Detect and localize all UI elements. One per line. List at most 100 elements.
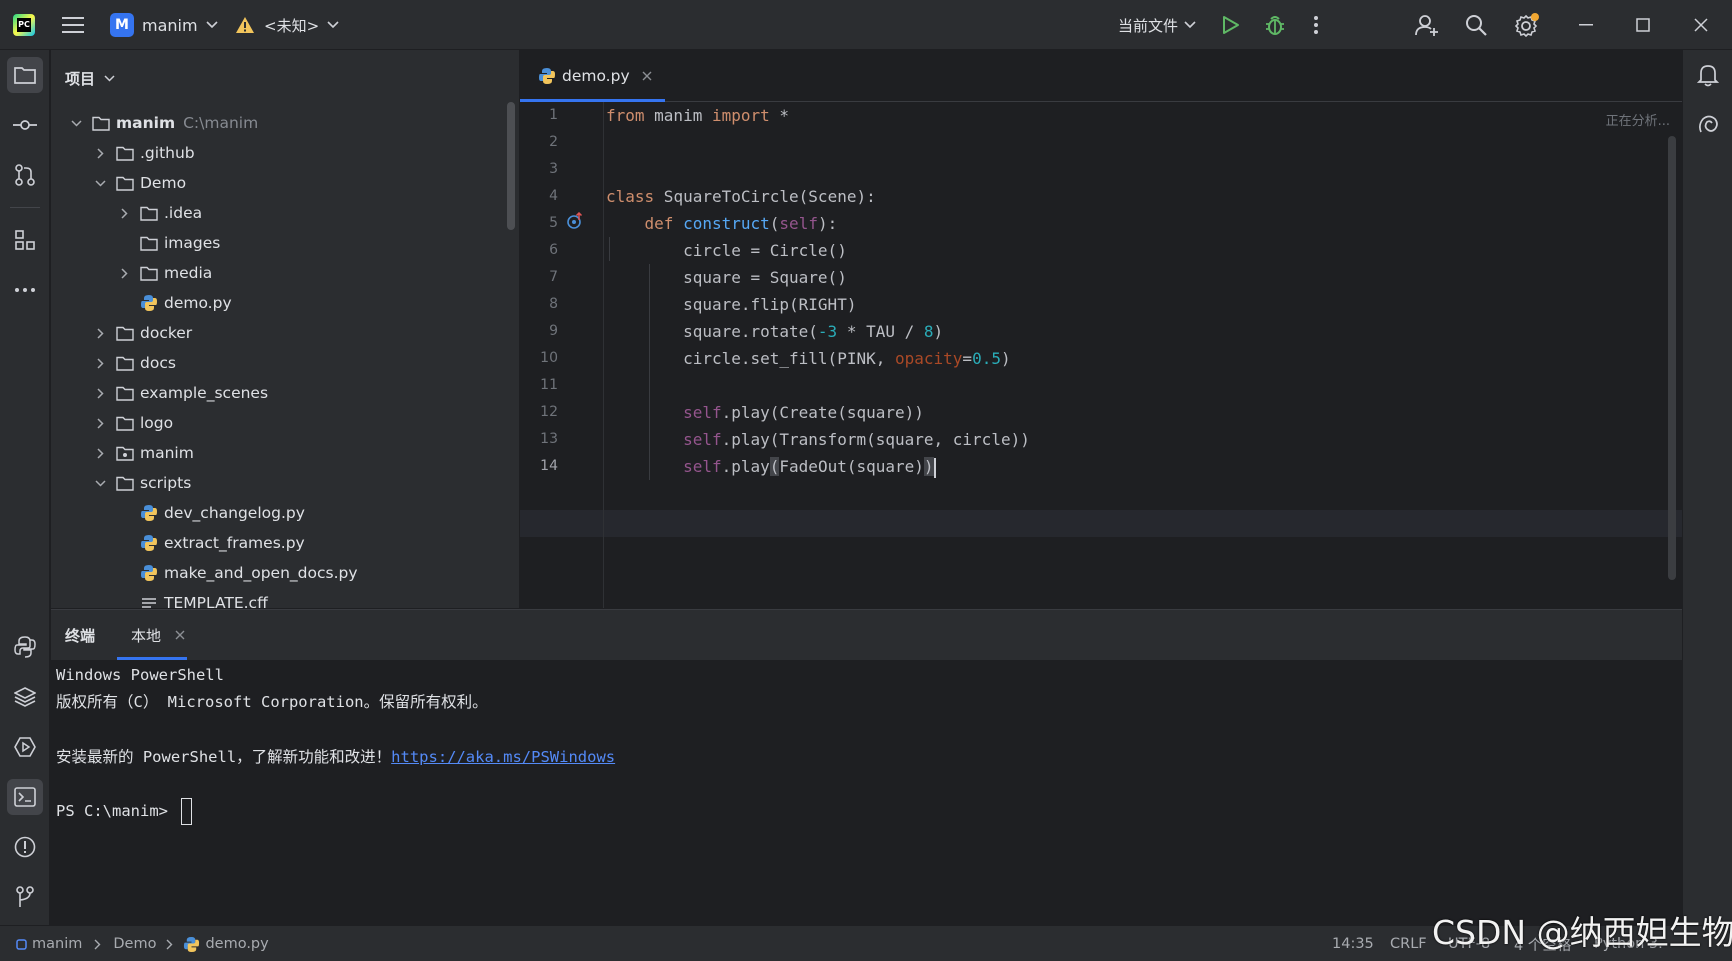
chevron-right-icon[interactable] — [93, 326, 107, 340]
vcs-label: <未知> — [264, 16, 320, 35]
tab-demo-py[interactable]: demo.py — [520, 50, 670, 102]
settings-icon[interactable] — [1515, 0, 1539, 50]
problems-icon[interactable] — [7, 829, 43, 865]
line-ending[interactable]: CRLF — [1390, 926, 1427, 961]
cursor-position[interactable]: 14:35 — [1332, 926, 1374, 961]
code-line: from manim import * — [606, 106, 790, 125]
tab-label: 本地 — [131, 626, 162, 645]
commit-icon[interactable] — [7, 107, 43, 143]
line-number: 4 — [549, 188, 558, 204]
project-selector[interactable]: M manim — [110, 0, 218, 50]
terminal-prompt-line[interactable]: PS C:\manim> — [56, 798, 193, 825]
project-folder-icon[interactable] — [7, 57, 43, 93]
project-panel-title[interactable]: 项目 — [65, 64, 115, 92]
tree-item[interactable]: docs — [93, 349, 176, 377]
chevron-right-icon[interactable] — [93, 446, 107, 460]
chevron-down-icon[interactable] — [69, 116, 83, 130]
git-branch-icon[interactable] — [7, 879, 43, 915]
chevron-right-icon[interactable] — [93, 416, 107, 430]
active-tab-indicator — [117, 657, 187, 660]
tree-item[interactable]: TEMPLATE.cff — [139, 589, 268, 608]
line-number: 13 — [540, 431, 558, 447]
terminal-tab-bar: 终端 本地 — [51, 610, 1682, 660]
more-actions-icon[interactable] — [1313, 0, 1319, 50]
override-method-icon[interactable] — [566, 212, 584, 230]
more-tools-icon[interactable] — [7, 272, 43, 308]
close-tab-icon[interactable] — [175, 630, 185, 640]
breadcrumb-item[interactable]: Demo — [113, 936, 156, 952]
close-tab-icon[interactable] — [642, 71, 652, 81]
structure-icon[interactable] — [7, 222, 43, 258]
chevron-right-icon[interactable] — [117, 206, 131, 220]
left-tool-strip — [0, 50, 50, 925]
vcs-selector[interactable]: <未知> — [235, 0, 339, 50]
code-area[interactable]: from manim import * class SquareToCircle… — [606, 102, 1666, 608]
search-icon[interactable] — [1465, 0, 1487, 50]
title-bar: PC M manim <未知> 当前文件 — [0, 0, 1732, 50]
minimize-icon[interactable] — [1579, 0, 1593, 50]
tree-item[interactable]: .idea — [117, 199, 202, 227]
python-console-icon[interactable] — [7, 629, 43, 665]
project-name: manim — [142, 15, 198, 35]
chevron-down-icon[interactable] — [93, 476, 107, 490]
breadcrumb-item[interactable]: demo.py — [205, 936, 268, 952]
tree-item[interactable]: media — [117, 259, 212, 287]
tree-item[interactable]: extract_frames.py — [139, 529, 305, 557]
tree-item[interactable]: make_and_open_docs.py — [139, 559, 358, 587]
tab-local[interactable]: 本地 — [131, 610, 185, 660]
tree-item[interactable]: demo.py — [139, 289, 232, 317]
tree-item[interactable]: scripts — [93, 469, 191, 497]
line-number-gutter[interactable]: 1 2 3 4 5 6 7 8 9 10 11 12 13 14 — [520, 102, 604, 608]
tree-item[interactable]: logo — [93, 409, 173, 437]
tree-item[interactable]: dev_changelog.py — [139, 499, 305, 527]
close-icon[interactable] — [1694, 0, 1708, 50]
layers-icon[interactable] — [7, 679, 43, 715]
chevron-right-icon[interactable] — [117, 266, 131, 280]
tree-item[interactable]: .github — [93, 139, 195, 167]
tree-root-manim[interactable]: manim C:\manim — [69, 109, 258, 137]
tree-item[interactable]: images — [139, 229, 220, 257]
tree-item[interactable]: example_scenes — [93, 379, 268, 407]
services-icon[interactable] — [7, 729, 43, 765]
project-scrollbar[interactable] — [507, 102, 515, 230]
main-menu-icon[interactable] — [62, 0, 84, 50]
run-config-selector[interactable]: 当前文件 — [1118, 0, 1196, 50]
tree-item-label: .idea — [164, 204, 203, 222]
run-icon[interactable] — [1222, 0, 1240, 50]
ai-assistant-icon[interactable] — [1690, 107, 1726, 143]
pull-requests-icon[interactable] — [7, 157, 43, 193]
code-line: def construct(self): — [644, 214, 838, 233]
tree-item-label: TEMPLATE.cff — [164, 594, 268, 608]
terminal-icon[interactable] — [7, 779, 43, 815]
editor-scrollbar[interactable] — [1668, 136, 1676, 580]
chevron-right-icon[interactable] — [93, 356, 107, 370]
code-line: square.flip(RIGHT) — [606, 295, 857, 314]
breadcrumb-item[interactable]: manim — [32, 936, 82, 952]
tree-root-name: manim — [116, 114, 176, 132]
chevron-down-icon — [327, 21, 339, 29]
text-file-icon — [139, 594, 159, 608]
tab-label: demo.py — [562, 67, 630, 85]
watermark: CSDN @纳西妲生物 — [1432, 913, 1732, 952]
line-number: 3 — [549, 161, 558, 177]
tree-item[interactable]: docker — [93, 319, 192, 347]
tree-item[interactable]: Demo — [93, 169, 186, 197]
line-number: 8 — [549, 296, 558, 312]
line-number: 11 — [540, 377, 558, 393]
tree-item-label: docker — [140, 324, 193, 342]
debug-icon[interactable] — [1264, 0, 1286, 50]
app-logo[interactable]: PC — [13, 0, 35, 50]
maximize-icon[interactable] — [1636, 0, 1650, 50]
chevron-right-icon[interactable] — [93, 386, 107, 400]
add-user-icon[interactable] — [1415, 0, 1439, 50]
analysis-status: 正在分析... — [1605, 114, 1670, 129]
tree-item[interactable]: manim — [93, 439, 194, 467]
chevron-down-icon[interactable] — [93, 176, 107, 190]
python-file-icon — [139, 504, 159, 522]
powershell-link[interactable]: https://aka.ms/PSWindows — [391, 748, 615, 766]
chevron-right-icon[interactable] — [93, 146, 107, 160]
notifications-icon[interactable] — [1690, 57, 1726, 93]
tree-item-label: images — [164, 234, 221, 252]
code-line: self.play(Create(square)) — [683, 403, 924, 422]
folder-icon — [115, 414, 135, 432]
